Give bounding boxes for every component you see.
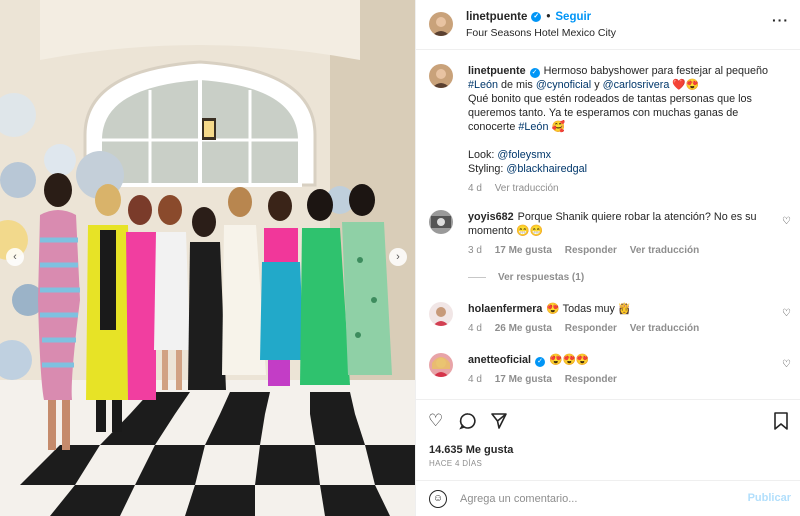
caption-text: linetpuente ✓ Hermoso babyshower para fest… xyxy=(468,64,778,196)
verified-badge-icon: ✓ xyxy=(529,68,540,78)
comment-likes[interactable]: 17 Me gusta xyxy=(495,245,552,256)
mention-cynoficial[interactable]: @cynoficial xyxy=(536,79,591,91)
emoji-picker-icon[interactable]: ☺ xyxy=(429,490,447,508)
mention-carlosrivera[interactable]: @carlosrivera xyxy=(603,79,670,91)
party-photo-illustration xyxy=(0,0,415,516)
caption-line1: Hermoso babyshower para festejar al pequ… xyxy=(543,65,769,77)
comment-body: anetteoficial ✓ 😍😍😍 4 d 17 Me gusta Respon… xyxy=(468,353,778,387)
translate-button[interactable]: Ver traducción xyxy=(630,323,699,334)
like-heart-icon[interactable]: ♡ xyxy=(428,412,443,429)
comment-likes[interactable]: 17 Me gusta xyxy=(495,374,552,385)
comment-like-heart-icon[interactable]: ♡ xyxy=(782,216,791,227)
chevron-right-icon: › xyxy=(396,251,400,263)
comment-like-heart-icon[interactable]: ♡ xyxy=(782,359,791,370)
caption-translate-button[interactable]: Ver traducción xyxy=(495,183,559,194)
comment-likes[interactable]: 26 Me gusta xyxy=(495,323,552,334)
author-username[interactable]: linetpuente xyxy=(466,11,527,23)
view-replies-label: Ver respuestas (1) xyxy=(498,272,585,283)
post-location[interactable]: Four Seasons Hotel Mexico City xyxy=(466,27,616,39)
caption-time[interactable]: 4 d xyxy=(468,183,482,194)
caption-emoji1: ❤️😍 xyxy=(669,79,700,91)
comment-body: holaenfermera 😍 Todas muy 👸 4 d 26 Me gus… xyxy=(468,302,778,336)
post-side-panel: linetpuente ✓ • Seguir Four Seasons Hote… xyxy=(415,0,800,516)
share-send-icon[interactable] xyxy=(490,412,508,433)
verified-badge-icon: ✓ xyxy=(531,12,542,22)
caption-emoji2: 🥰 xyxy=(548,121,565,133)
comment-like-heart-icon[interactable]: ♡ xyxy=(782,308,791,319)
hashtag-leon[interactable]: #León xyxy=(468,79,498,91)
comment-meta: 4 d 26 Me gusta Responder Ver traducción xyxy=(468,322,778,336)
comment-meta: 4 d 17 Me gusta Responder xyxy=(468,373,778,387)
reply-button[interactable]: Responder xyxy=(565,245,617,256)
translate-button[interactable]: Ver traducción xyxy=(630,245,699,256)
follow-button[interactable]: Seguir xyxy=(555,11,591,23)
caption-username[interactable]: linetpuente xyxy=(468,65,526,77)
comment-body: yoyis682 Porque Shanik quiere robar la at… xyxy=(468,210,778,258)
next-photo-button[interactable]: › xyxy=(389,248,407,266)
chevron-left-icon: ‹ xyxy=(13,251,17,263)
post-comment-button[interactable]: Publicar xyxy=(748,492,791,504)
commenter-avatar[interactable] xyxy=(429,210,453,234)
mention-foleysmx[interactable]: @foleysmx xyxy=(497,149,551,161)
likes-count[interactable]: 14.635 Me gusta xyxy=(429,444,513,456)
caption-line2: Qué bonito que estén rodeados de tantas … xyxy=(468,93,752,133)
previous-photo-button[interactable]: ‹ xyxy=(6,248,24,266)
styling-label: Styling: xyxy=(468,163,507,175)
comment-username[interactable]: anetteoficial xyxy=(468,354,531,366)
post-photo: ‹ › xyxy=(0,0,415,516)
commenter-avatar[interactable] xyxy=(429,302,453,326)
comment-text: 😍😍😍 xyxy=(549,354,590,366)
comment-time[interactable]: 4 d xyxy=(468,323,482,334)
commenter-avatar[interactable] xyxy=(429,353,453,377)
caption-text-y: y xyxy=(591,79,603,91)
post-author: linetpuente ✓ • Seguir xyxy=(466,11,591,23)
post-actions: ♡ 14.635 Me gusta HACE 4 DÍAS xyxy=(416,399,800,479)
reply-button[interactable]: Responder xyxy=(565,323,617,334)
comment-time[interactable]: 3 d xyxy=(468,245,482,256)
comment-username[interactable]: holaenfermera xyxy=(468,303,542,315)
view-replies-button[interactable]: Ver respuestas (1) xyxy=(468,272,584,283)
caption-text-de-mis: de mis xyxy=(498,79,536,91)
post-date[interactable]: HACE 4 DÍAS xyxy=(429,459,482,468)
look-label: Look: xyxy=(468,149,498,161)
comment-input[interactable] xyxy=(460,490,730,508)
replies-divider-line xyxy=(468,277,486,278)
comment-time[interactable]: 4 d xyxy=(468,374,482,385)
comment-username[interactable]: yoyis682 xyxy=(468,211,514,223)
verified-badge-icon: ✓ xyxy=(535,357,545,367)
separator-dot: • xyxy=(546,11,551,23)
save-bookmark-icon[interactable] xyxy=(774,412,788,433)
comments-list[interactable]: linetpuente ✓ Hermoso babyshower para fest… xyxy=(416,51,800,397)
caption-avatar[interactable] xyxy=(429,64,453,88)
comment-text: 😍 Todas muy 👸 xyxy=(546,303,632,315)
comment-bubble-icon[interactable] xyxy=(459,412,477,433)
reply-button[interactable]: Responder xyxy=(565,374,617,385)
mention-blackhairedgal[interactable]: @blackhairedgal xyxy=(506,163,587,175)
comment-composer: ☺ Publicar xyxy=(416,480,800,516)
caption-meta: 4 d Ver traducción xyxy=(468,182,778,196)
post-header: linetpuente ✓ • Seguir Four Seasons Hote… xyxy=(416,0,800,50)
hashtag-leon-2[interactable]: #León xyxy=(518,121,548,133)
comment-meta: 3 d 17 Me gusta Responder Ver traducción xyxy=(468,244,778,258)
more-options-icon[interactable]: ··· xyxy=(772,12,789,28)
author-avatar[interactable] xyxy=(429,12,453,36)
